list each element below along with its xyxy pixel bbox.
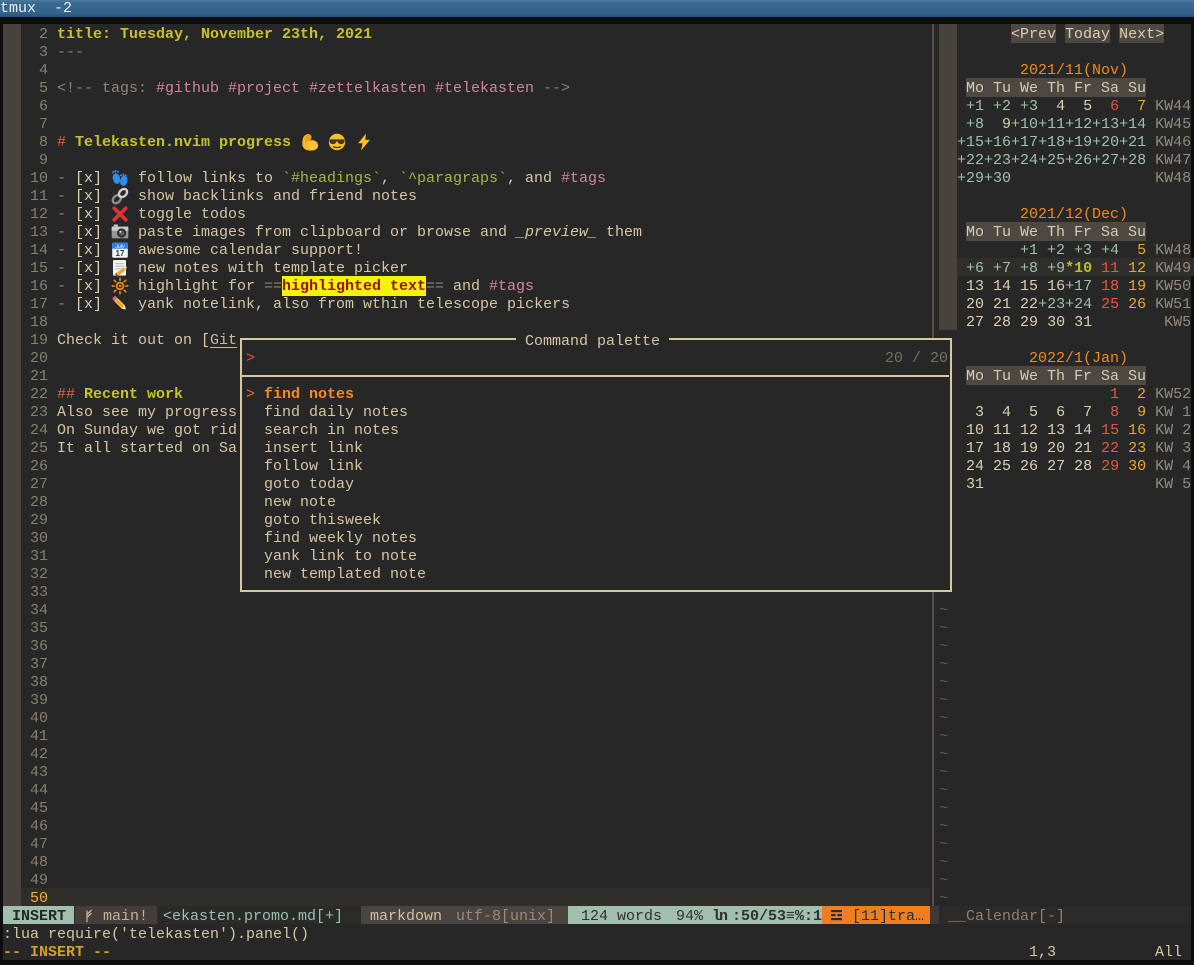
svg-text:17: 17 (116, 249, 125, 258)
